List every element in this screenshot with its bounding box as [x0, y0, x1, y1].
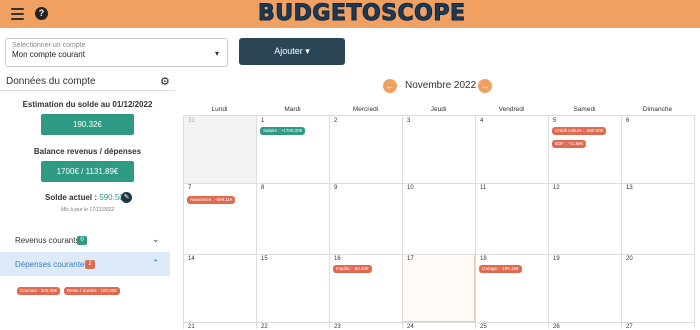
day-number[interactable]: 11: [480, 185, 486, 191]
weekday-header: Mercredi: [352, 106, 379, 113]
day-number[interactable]: 8: [261, 185, 264, 191]
event-pill[interactable]: Crédit voiture : -250.00€: [552, 127, 607, 135]
day-number[interactable]: 23: [334, 324, 341, 330]
depense-pill[interactable]: Resto / Sorties - 150.00€: [64, 287, 120, 295]
day-number[interactable]: 9: [334, 185, 337, 191]
grid-line: [183, 183, 694, 184]
day-number[interactable]: 7: [188, 185, 191, 191]
calendar-cell-today[interactable]: [402, 254, 475, 322]
grid-line: [183, 322, 694, 323]
estimation-value: 190.32€: [41, 114, 134, 135]
grid-line: [475, 115, 476, 329]
event-pill[interactable]: Impôts : -60.00€: [333, 265, 372, 273]
divider: [0, 90, 175, 91]
day-number[interactable]: 20: [626, 256, 633, 262]
weekday-header: Vendredi: [498, 106, 525, 113]
day-number[interactable]: 26: [553, 324, 560, 330]
weekday-header: Lundi: [211, 106, 228, 113]
calendar-cell-other-month: [183, 116, 256, 183]
weekday-header: Dimanche: [642, 106, 673, 113]
add-button[interactable]: Ajouter ▾: [239, 38, 345, 65]
grid-line: [256, 115, 257, 329]
account-select-label: Sélectionner un compte: [12, 42, 86, 49]
next-month-button[interactable]: →: [478, 79, 492, 93]
help-icon[interactable]: ?: [35, 7, 48, 20]
chevron-down-icon: ⌄: [152, 234, 160, 244]
day-number[interactable]: 4: [480, 118, 483, 124]
event-pill[interactable]: Salaire : +1700.00€: [260, 127, 306, 135]
grid-line: [183, 115, 184, 329]
day-number[interactable]: 13: [626, 185, 633, 191]
grid-line: [548, 115, 549, 329]
hamburger-menu-icon[interactable]: [11, 8, 24, 20]
day-number[interactable]: 10: [407, 185, 414, 191]
balance-label: Balance revenus / dépenses: [33, 147, 142, 156]
day-number[interactable]: 27: [626, 324, 633, 330]
prev-month-button[interactable]: ←: [383, 79, 397, 93]
depense-pill[interactable]: Courses - 300.00€: [17, 287, 61, 295]
grid-line: [183, 115, 694, 116]
day-number[interactable]: 15: [261, 256, 268, 262]
day-number[interactable]: 6: [626, 118, 629, 124]
event-pill[interactable]: EDF : -71.89€: [552, 140, 587, 148]
day-number[interactable]: 21: [188, 324, 195, 330]
day-number[interactable]: 24: [407, 324, 414, 330]
day-number[interactable]: 17: [407, 256, 414, 262]
day-number[interactable]: 22: [261, 324, 268, 330]
revenus-section[interactable]: Revenus courants 0 ⌄: [0, 228, 170, 252]
grid-line: [183, 254, 694, 255]
estimation-label: Estimation du solde au 01/12/2022: [22, 100, 153, 109]
day-number[interactable]: 14: [188, 256, 195, 262]
grid-line: [329, 115, 330, 329]
weekday-header: Samedi: [573, 106, 596, 113]
balance-value: 1700€ / 1131.89€: [41, 161, 134, 182]
weekday-header: Mardi: [284, 106, 301, 113]
day-number[interactable]: 3: [407, 118, 410, 124]
depenses-section[interactable]: Dépenses courantes 2 ⌃: [0, 252, 170, 276]
chevron-down-icon: ▾: [214, 49, 219, 58]
day-number[interactable]: 18: [480, 256, 487, 262]
solde-label: Solde actuel :: [45, 193, 98, 202]
chevron-up-icon: ⌃: [152, 258, 160, 268]
revenus-label: Revenus courants: [15, 236, 80, 245]
event-pill[interactable]: Garage : -190.16€: [479, 265, 522, 273]
gear-icon[interactable]: ⚙: [160, 75, 170, 88]
sidebar: Données du compte ⚙ Estimation du solde …: [0, 72, 175, 329]
grid-line: [402, 115, 403, 329]
day-number[interactable]: 31: [188, 118, 195, 124]
solde-actuel: Solde actuel : 590.50€: [45, 193, 128, 202]
pencil-icon[interactable]: ✎: [121, 192, 132, 203]
day-number[interactable]: 19: [553, 256, 560, 262]
depenses-label: Dépenses courantes: [15, 260, 89, 269]
day-number[interactable]: 25: [480, 324, 487, 330]
grid-line: [694, 115, 695, 329]
updated-date: Mis à jour le 17/11/2022: [61, 207, 114, 213]
grid-line: [621, 115, 622, 329]
app-logo: BUDGETOSCOPE: [258, 1, 466, 27]
weekday-header: Jeudi: [430, 106, 447, 113]
day-number[interactable]: 1: [261, 118, 264, 124]
day-number[interactable]: 12: [553, 185, 560, 191]
account-select[interactable]: Sélectionner un compte Mon compte couran…: [5, 38, 228, 67]
day-number[interactable]: 5: [553, 118, 556, 124]
sidebar-title: Données du compte: [6, 76, 96, 87]
top-bar: ? BUDGETOSCOPE: [0, 0, 700, 28]
day-number[interactable]: 2: [334, 118, 337, 124]
month-title: Novembre 2022: [405, 80, 477, 91]
day-number[interactable]: 16: [334, 256, 341, 262]
depenses-count-badge: 2: [85, 260, 95, 269]
revenus-count-badge: 0: [77, 236, 87, 245]
account-select-value: Mon compte courant: [12, 50, 85, 59]
event-pill[interactable]: Assurance : -509.11€: [187, 196, 236, 204]
